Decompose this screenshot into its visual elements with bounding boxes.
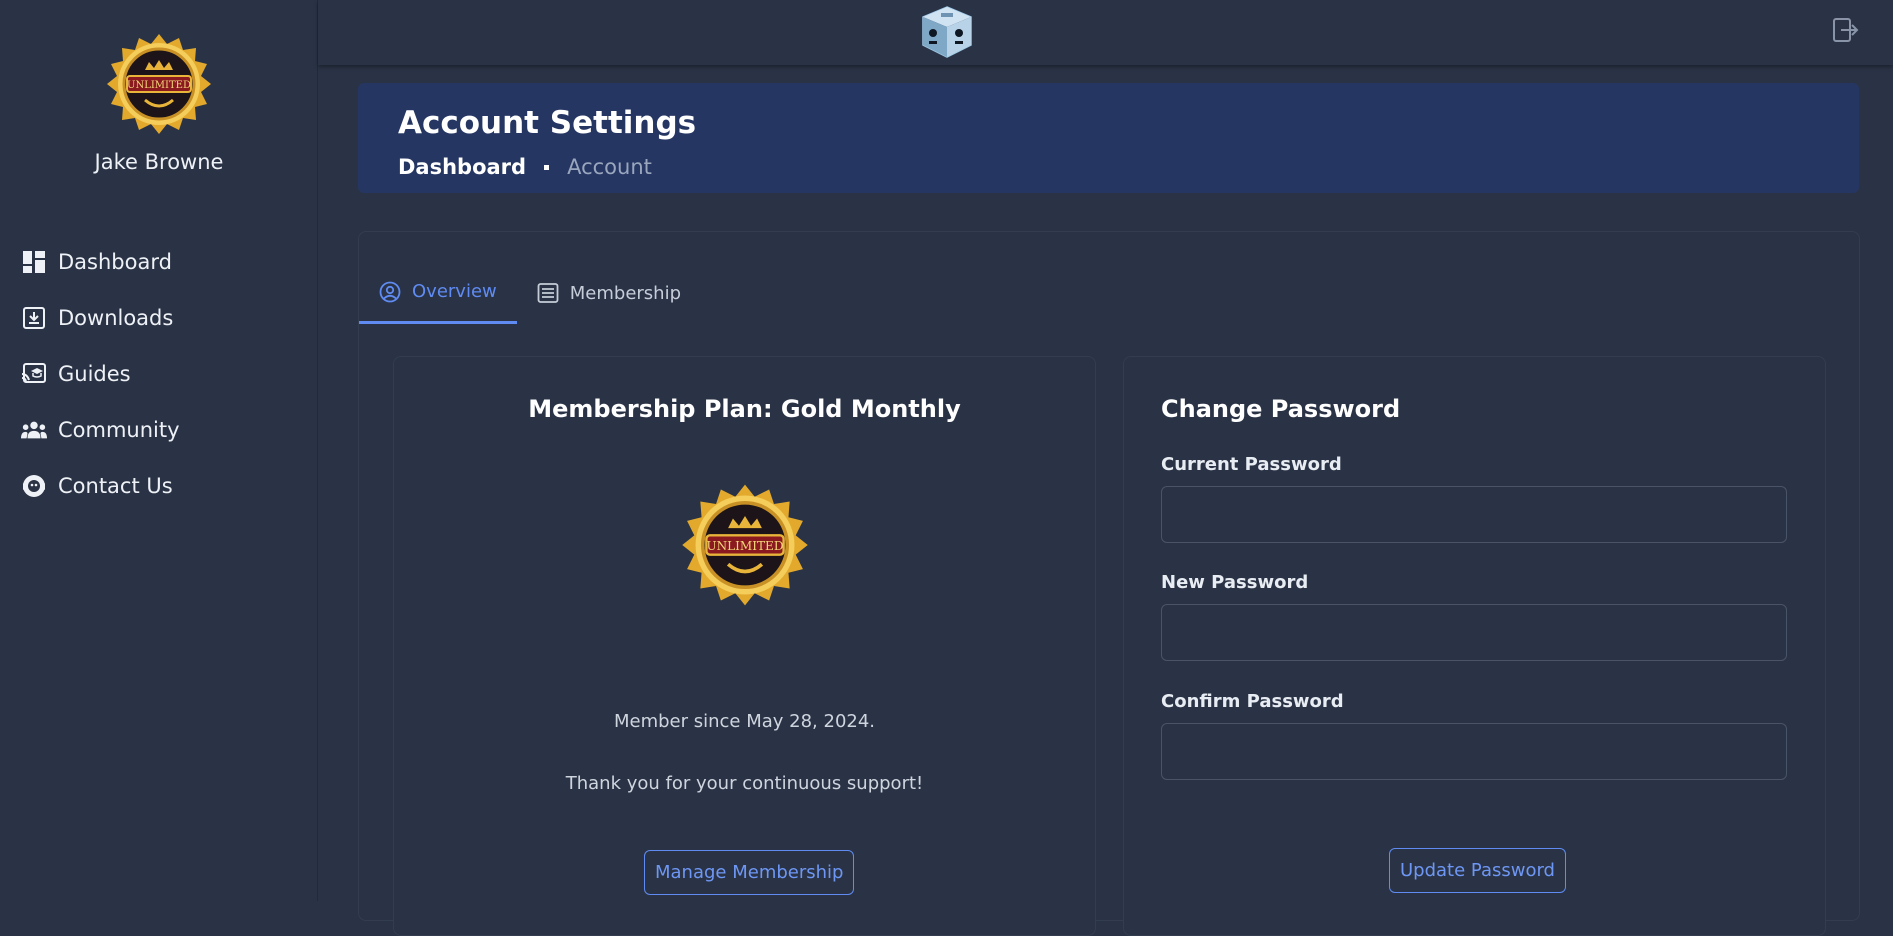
logout-icon[interactable] (1831, 16, 1859, 44)
new-password-label: New Password (1161, 572, 1309, 593)
current-password-label: Current Password (1161, 454, 1342, 475)
account-card: Overview Membership Membership Plan: Gol… (358, 231, 1860, 936)
confirm-password-label: Confirm Password (1161, 691, 1344, 712)
sidebar-item-label: Contact Us (58, 474, 173, 498)
tab-label: Overview (412, 281, 497, 302)
sidebar-nav: Dashboard Downloads Guides Community Con… (0, 234, 318, 514)
sidebar-item-contact[interactable]: Contact Us (0, 458, 318, 514)
user-circle-icon (379, 281, 401, 303)
guides-icon (21, 361, 47, 387)
tab-label: Membership (569, 282, 682, 304)
sidebar-item-label: Downloads (58, 306, 174, 330)
community-icon (21, 417, 47, 443)
tab-membership[interactable]: Membership (517, 262, 701, 324)
tab-bar: Overview Membership (359, 262, 701, 324)
support-icon (21, 473, 47, 499)
current-password-field[interactable] (1161, 486, 1787, 543)
breadcrumb-separator (544, 164, 550, 170)
sidebar-item-label: Guides (58, 362, 131, 386)
breadcrumb-dashboard-link[interactable]: Dashboard (398, 155, 526, 179)
new-password-field[interactable] (1161, 604, 1787, 661)
page-header: Account Settings Dashboard Account (358, 83, 1859, 193)
badge-text: UNLIMITED (706, 539, 783, 553)
change-password-panel: Change Password Current Password New Pas… (1123, 356, 1826, 936)
sidebar-item-dashboard[interactable]: Dashboard (0, 234, 318, 290)
membership-badge-icon: UNLIMITED (107, 34, 211, 134)
dashboard-icon (21, 249, 47, 275)
profile: UNLIMITED Jake Browne (0, 26, 318, 174)
cube-robot-logo[interactable] (919, 5, 975, 59)
confirm-password-field[interactable] (1161, 723, 1787, 780)
sidebar-item-label: Community (58, 418, 180, 442)
membership-panel: Membership Plan: Gold Monthly UNLIMITED … (393, 356, 1096, 936)
badge-text: UNLIMITED (127, 80, 191, 91)
list-icon (537, 282, 559, 304)
sidebar: UNLIMITED Jake Browne Dashboard Download… (0, 0, 318, 901)
breadcrumb-current: Account (567, 155, 652, 179)
topbar (318, 0, 1893, 65)
sidebar-item-label: Dashboard (58, 250, 172, 274)
download-icon (21, 305, 47, 331)
member-since-text: Member since May 28, 2024. (613, 711, 876, 732)
username: Jake Browne (94, 150, 224, 174)
page-title: Account Settings (398, 105, 697, 141)
update-password-button[interactable]: Update Password (1389, 848, 1566, 893)
membership-badge-icon: UNLIMITED (682, 484, 808, 606)
sidebar-item-community[interactable]: Community (0, 402, 318, 458)
membership-plan-title: Membership Plan: Gold Monthly (528, 395, 961, 423)
breadcrumb: Dashboard Account (398, 155, 652, 179)
manage-membership-button[interactable]: Manage Membership (644, 850, 855, 895)
tab-overview[interactable]: Overview (359, 262, 517, 324)
thanks-text: Thank you for your continuous support! (565, 773, 924, 794)
sidebar-item-guides[interactable]: Guides (0, 346, 318, 402)
change-password-title: Change Password (1161, 395, 1401, 423)
sidebar-item-downloads[interactable]: Downloads (0, 290, 318, 346)
